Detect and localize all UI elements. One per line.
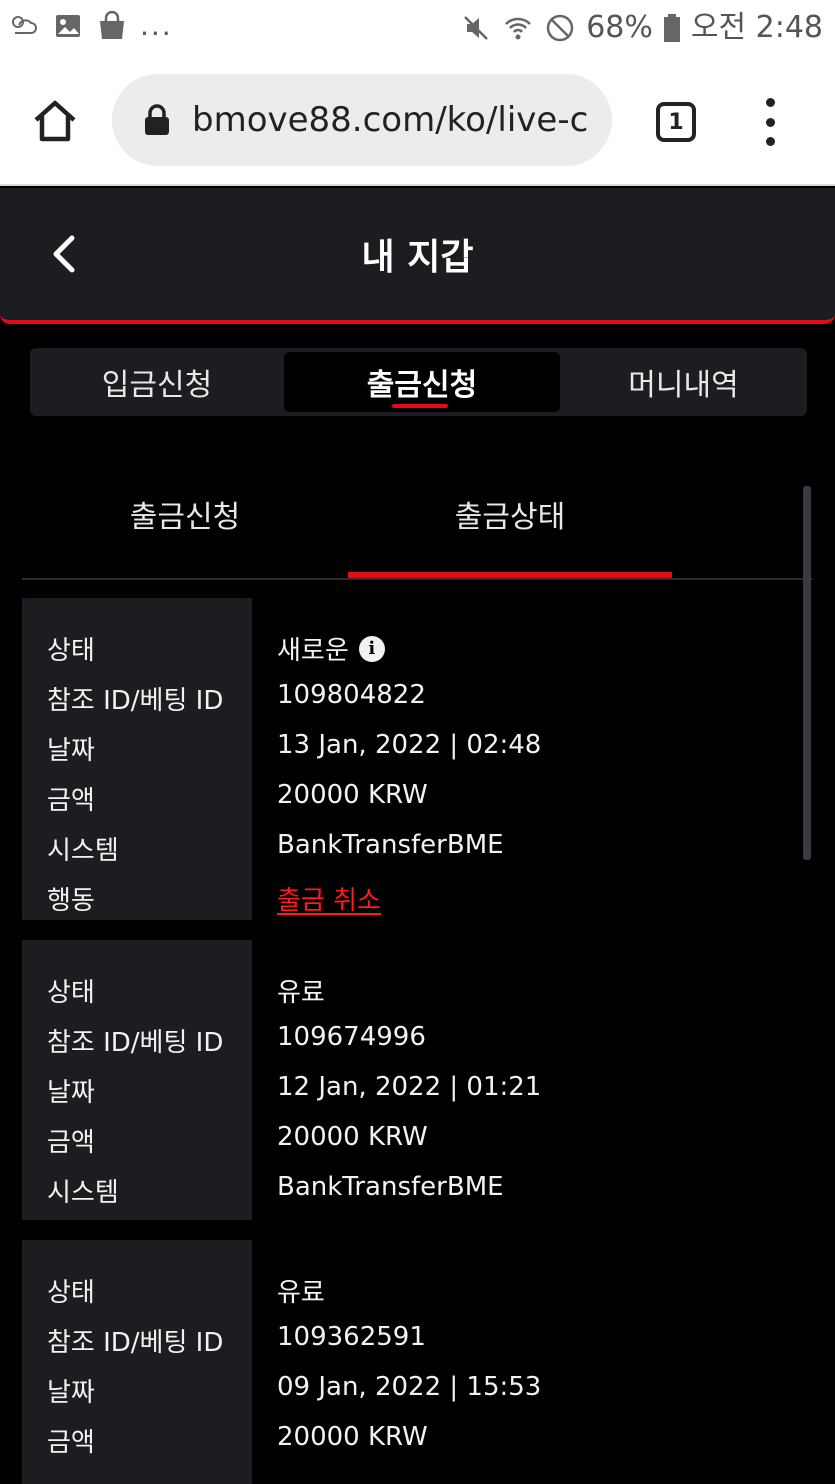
subtab-withdraw-request[interactable]: 출금신청 [22, 492, 348, 536]
overflow-menu-icon[interactable] [756, 98, 784, 146]
record-row: 시스템 BankTransferBME [22, 1164, 802, 1214]
row-value: 새로운 [277, 636, 349, 666]
withdraw-subtabs: 출금신청 출금상태 [22, 470, 812, 580]
tab-withdraw[interactable]: 출금신청 [284, 352, 560, 412]
battery-percent: 68% [586, 10, 653, 45]
row-label: 상태 [47, 1278, 95, 1308]
home-icon[interactable] [32, 98, 80, 146]
scrollbar[interactable] [803, 486, 811, 860]
wifi-icon [502, 12, 534, 44]
row-value: 109804822 [277, 680, 426, 710]
tab-label: 입금신청 [101, 368, 213, 403]
row-value: 유료 [277, 978, 325, 1008]
record-row: 참조 ID/베팅 ID 109674996 [22, 1014, 802, 1064]
status-value: 새로운 i [277, 630, 385, 667]
row-label: 시스템 [47, 1178, 119, 1208]
gallery-icon [52, 10, 84, 42]
tab-label: 출금신청 [366, 368, 478, 403]
row-value: 12 Jan, 2022 | 01:21 [277, 1072, 542, 1102]
row-value: 09 Jan, 2022 | 15:53 [277, 1372, 542, 1402]
record-row: 행동 출금 취소 [22, 872, 802, 922]
tab-label: 머니내역 [628, 368, 739, 403]
record-row: 금액 20000 KRW [22, 1414, 802, 1464]
battery-icon [663, 12, 681, 44]
row-label: 참조 ID/베팅 ID [47, 686, 224, 716]
subtab-withdraw-status[interactable]: 출금상태 [348, 492, 672, 536]
record-row: 날짜 13 Jan, 2022 | 02:48 [22, 722, 802, 772]
withdrawal-record: 상태 유료 참조 ID/베팅 ID 109362591 날짜 09 Jan, 2… [22, 1240, 802, 1484]
row-value: 13 Jan, 2022 | 02:48 [277, 730, 542, 760]
mute-icon [460, 12, 492, 44]
record-row: 금액 20000 KRW [22, 1114, 802, 1164]
record-row: 시스템 BankTransferBME [22, 822, 802, 872]
status-bar: ... 68% 오전 2:48 [0, 0, 835, 58]
row-label: 금액 [47, 786, 95, 816]
record-row: 상태 유료 [22, 1264, 802, 1314]
row-value: 109362591 [277, 1322, 426, 1352]
record-row: 금액 20000 KRW [22, 772, 802, 822]
app-header: 내 지갑 [0, 188, 835, 324]
clock: 오전 2:48 [690, 10, 823, 45]
shopping-bag-icon [96, 10, 128, 42]
row-label: 시스템 [47, 836, 119, 866]
withdrawal-record: 상태 새로운 i 참조 ID/베팅 ID 109804822 날짜 13 Jan… [22, 598, 802, 920]
active-subtab-indicator [348, 572, 672, 578]
lock-icon [144, 104, 170, 136]
row-label: 참조 ID/베팅 ID [47, 1328, 224, 1358]
do-not-disturb-icon [544, 12, 576, 44]
row-value: 유료 [277, 1278, 325, 1308]
active-tab-indicator [392, 404, 448, 408]
row-value: BankTransferBME [277, 830, 504, 860]
withdrawal-record: 상태 유료 참조 ID/베팅 ID 109674996 날짜 12 Jan, 2… [22, 940, 802, 1220]
tab-money-history[interactable]: 머니내역 [560, 348, 807, 416]
tab-deposit[interactable]: 입금신청 [30, 348, 284, 416]
row-label: 금액 [47, 1428, 95, 1458]
row-label: 상태 [47, 636, 95, 666]
record-row: 상태 유료 [22, 964, 802, 1014]
row-label: 상태 [47, 978, 95, 1008]
weather-icon [8, 10, 40, 42]
row-value: 20000 KRW [277, 780, 428, 810]
address-bar[interactable]: bmove88.com/ko/live-c [112, 74, 612, 166]
info-icon[interactable]: i [358, 635, 385, 662]
record-row: 참조 ID/베팅 ID 109804822 [22, 672, 802, 722]
row-label: 날짜 [47, 1378, 95, 1408]
cancel-withdrawal-link[interactable]: 출금 취소 [277, 880, 381, 917]
row-label: 날짜 [47, 736, 95, 766]
tab-switcher-button[interactable]: 1 [656, 102, 696, 142]
page-title: 내 지갑 [361, 237, 474, 278]
row-label: 금액 [47, 1128, 95, 1158]
record-row: 날짜 12 Jan, 2022 | 01:21 [22, 1064, 802, 1114]
row-value: 109674996 [277, 1022, 426, 1052]
row-value: 20000 KRW [277, 1422, 428, 1452]
row-label: 날짜 [47, 1078, 95, 1108]
row-value: 20000 KRW [277, 1122, 428, 1152]
record-row: 상태 새로운 i [22, 622, 802, 672]
row-label: 행동 [47, 886, 95, 916]
url-text: bmove88.com/ko/live-c [192, 100, 589, 140]
row-label: 참조 ID/베팅 ID [47, 1028, 224, 1058]
browser-toolbar: bmove88.com/ko/live-c 1 [0, 58, 835, 186]
wallet-tabs: 입금신청 출금신청 머니내역 [30, 348, 807, 416]
record-row: 날짜 09 Jan, 2022 | 15:53 [22, 1364, 802, 1414]
record-row: 참조 ID/베팅 ID 109362591 [22, 1314, 802, 1364]
more-notifications: ... [140, 9, 173, 42]
row-value: BankTransferBME [277, 1172, 504, 1202]
